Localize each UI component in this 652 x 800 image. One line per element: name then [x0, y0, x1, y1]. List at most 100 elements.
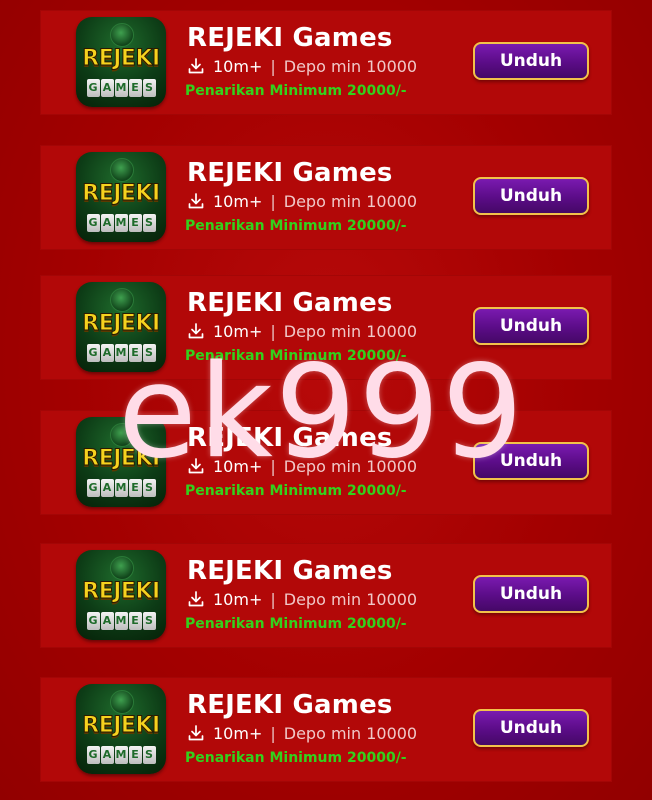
- meta-separator: |: [270, 56, 276, 76]
- deposit-minimum: Depo min 10000: [283, 191, 418, 211]
- app-list-item: REJEKI G A M E S REJEKI Games 10m+ | Dep…: [40, 677, 612, 782]
- download-count: 10m+: [213, 589, 263, 609]
- unduh-button[interactable]: Unduh: [473, 42, 589, 80]
- withdraw-minimum: Penarikan Minimum 20000/-: [185, 348, 407, 364]
- logo-letter: G: [86, 214, 100, 232]
- download-icon: [187, 590, 205, 608]
- app-icon[interactable]: REJEKI G A M E S: [76, 282, 166, 372]
- logo-letter: E: [128, 746, 142, 764]
- download-count: 10m+: [213, 723, 263, 743]
- logo-letter: A: [100, 479, 114, 497]
- download-icon: [187, 724, 205, 742]
- app-title[interactable]: REJEKI Games: [187, 690, 393, 720]
- app-meta: 10m+ | Depo min 10000: [187, 56, 417, 76]
- app-meta: 10m+ | Depo min 10000: [187, 191, 417, 211]
- logo-letter: S: [142, 344, 156, 362]
- deposit-minimum: Depo min 10000: [283, 321, 418, 341]
- logo-emblem-icon: [110, 158, 134, 182]
- logo-letter: M: [114, 746, 128, 764]
- app-list: REJEKI G A M E S REJEKI Games 10m+ | Dep…: [0, 0, 652, 800]
- unduh-button[interactable]: Unduh: [473, 177, 589, 215]
- logo-emblem-icon: [110, 23, 134, 47]
- logo-letter: S: [142, 746, 156, 764]
- download-icon: [187, 192, 205, 210]
- download-count: 10m+: [213, 321, 263, 341]
- app-icon[interactable]: REJEKI G A M E S: [76, 152, 166, 242]
- app-list-item: REJEKI G A M E S REJEKI Games 10m+ | Dep…: [40, 543, 612, 648]
- app-title[interactable]: REJEKI Games: [187, 158, 393, 188]
- app-icon[interactable]: REJEKI G A M E S: [76, 417, 166, 507]
- logo-letter: A: [100, 79, 114, 97]
- app-icon[interactable]: REJEKI G A M E S: [76, 684, 166, 774]
- logo-letter: S: [142, 79, 156, 97]
- logo-letter: A: [100, 612, 114, 630]
- logo-letter: M: [114, 612, 128, 630]
- unduh-button[interactable]: Unduh: [473, 307, 589, 345]
- logo-letter: E: [128, 612, 142, 630]
- logo-letter: M: [114, 344, 128, 362]
- meta-separator: |: [270, 723, 276, 743]
- logo-letters: G A M E S: [84, 214, 158, 234]
- logo-letter: E: [128, 214, 142, 232]
- meta-separator: |: [270, 321, 276, 341]
- logo-letter: A: [100, 214, 114, 232]
- logo-letter: M: [114, 479, 128, 497]
- download-icon: [187, 57, 205, 75]
- app-list-item: REJEKI G A M E S REJEKI Games 10m+ | Dep…: [40, 10, 612, 115]
- deposit-minimum: Depo min 10000: [283, 723, 418, 743]
- download-count: 10m+: [213, 56, 263, 76]
- logo-letters: G A M E S: [84, 612, 158, 632]
- withdraw-minimum: Penarikan Minimum 20000/-: [185, 483, 407, 499]
- logo-letter: S: [142, 479, 156, 497]
- app-list-item: REJEKI G A M E S REJEKI Games 10m+ | Dep…: [40, 410, 612, 515]
- download-icon: [187, 457, 205, 475]
- withdraw-minimum: Penarikan Minimum 20000/-: [185, 83, 407, 99]
- logo-letter: E: [128, 344, 142, 362]
- meta-separator: |: [270, 191, 276, 211]
- unduh-button[interactable]: Unduh: [473, 442, 589, 480]
- logo-letter: S: [142, 612, 156, 630]
- logo-emblem-icon: [110, 556, 134, 580]
- app-list-item: REJEKI G A M E S REJEKI Games 10m+ | Dep…: [40, 275, 612, 380]
- app-title[interactable]: REJEKI Games: [187, 556, 393, 586]
- logo-emblem-icon: [110, 690, 134, 714]
- logo-letters: G A M E S: [84, 479, 158, 499]
- download-count: 10m+: [213, 456, 263, 476]
- app-icon[interactable]: REJEKI G A M E S: [76, 17, 166, 107]
- withdraw-minimum: Penarikan Minimum 20000/-: [185, 750, 407, 766]
- logo-letter: G: [86, 746, 100, 764]
- app-meta: 10m+ | Depo min 10000: [187, 723, 417, 743]
- unduh-button[interactable]: Unduh: [473, 575, 589, 613]
- logo-letter: G: [86, 344, 100, 362]
- logo-letter: A: [100, 746, 114, 764]
- app-meta: 10m+ | Depo min 10000: [187, 321, 417, 341]
- logo-word: REJEKI: [82, 311, 161, 337]
- logo-letters: G A M E S: [84, 79, 158, 99]
- deposit-minimum: Depo min 10000: [283, 589, 418, 609]
- logo-emblem-icon: [110, 423, 134, 447]
- app-title[interactable]: REJEKI Games: [187, 288, 393, 318]
- logo-letter: G: [86, 479, 100, 497]
- app-title[interactable]: REJEKI Games: [187, 23, 393, 53]
- deposit-minimum: Depo min 10000: [283, 456, 418, 476]
- logo-word: REJEKI: [82, 713, 161, 739]
- app-title[interactable]: REJEKI Games: [187, 423, 393, 453]
- download-count: 10m+: [213, 191, 263, 211]
- unduh-button[interactable]: Unduh: [473, 709, 589, 747]
- app-list-item: REJEKI G A M E S REJEKI Games 10m+ | Dep…: [40, 145, 612, 250]
- app-meta: 10m+ | Depo min 10000: [187, 589, 417, 609]
- logo-letters: G A M E S: [84, 746, 158, 766]
- logo-letter: M: [114, 79, 128, 97]
- deposit-minimum: Depo min 10000: [283, 56, 418, 76]
- app-icon[interactable]: REJEKI G A M E S: [76, 550, 166, 640]
- logo-letter: E: [128, 479, 142, 497]
- logo-letter: S: [142, 214, 156, 232]
- logo-letter: G: [86, 79, 100, 97]
- logo-word: REJEKI: [82, 446, 161, 472]
- logo-letters: G A M E S: [84, 344, 158, 364]
- logo-letter: E: [128, 79, 142, 97]
- logo-letter: A: [100, 344, 114, 362]
- withdraw-minimum: Penarikan Minimum 20000/-: [185, 218, 407, 234]
- logo-word: REJEKI: [82, 579, 161, 605]
- logo-letter: G: [86, 612, 100, 630]
